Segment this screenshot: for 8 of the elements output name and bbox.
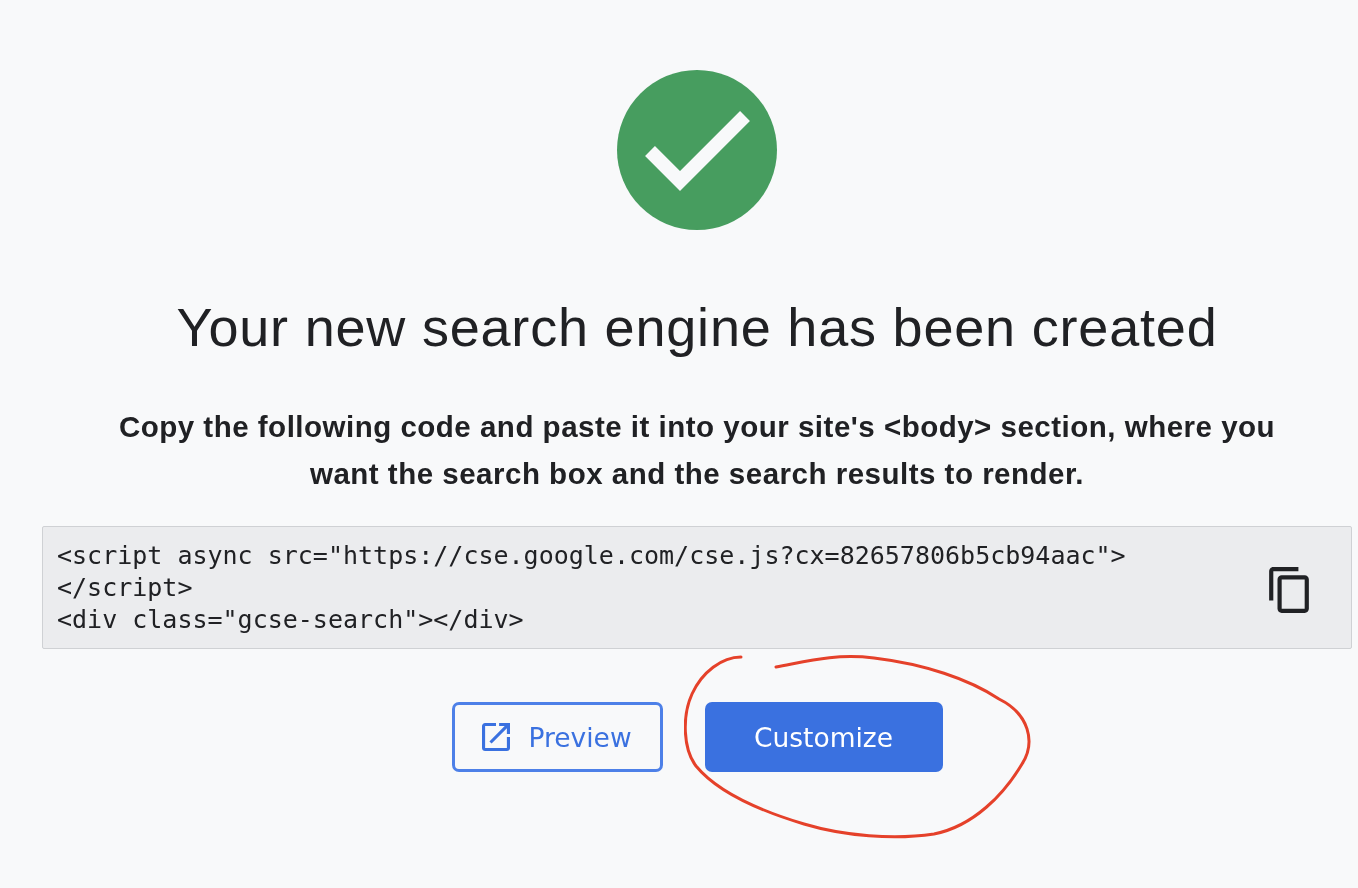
copy-icon[interactable] bbox=[1269, 566, 1309, 613]
customize-button[interactable]: Customize bbox=[704, 702, 943, 772]
preview-button[interactable]: Preview bbox=[451, 702, 663, 772]
page-title: Your new search engine has been created bbox=[176, 296, 1218, 359]
success-check-icon bbox=[617, 70, 777, 230]
instructions-text: Copy the following code and paste it into your site's <body> section, where you want the search box and the search results to render. bbox=[117, 409, 1277, 492]
external-link-icon bbox=[482, 723, 511, 751]
code-snippet: <script async src="https://cse.google.com/cse.js?cx=82657806b5cb94aac"> </script> <div class="gcse-search"></div> bbox=[57, 539, 1126, 636]
